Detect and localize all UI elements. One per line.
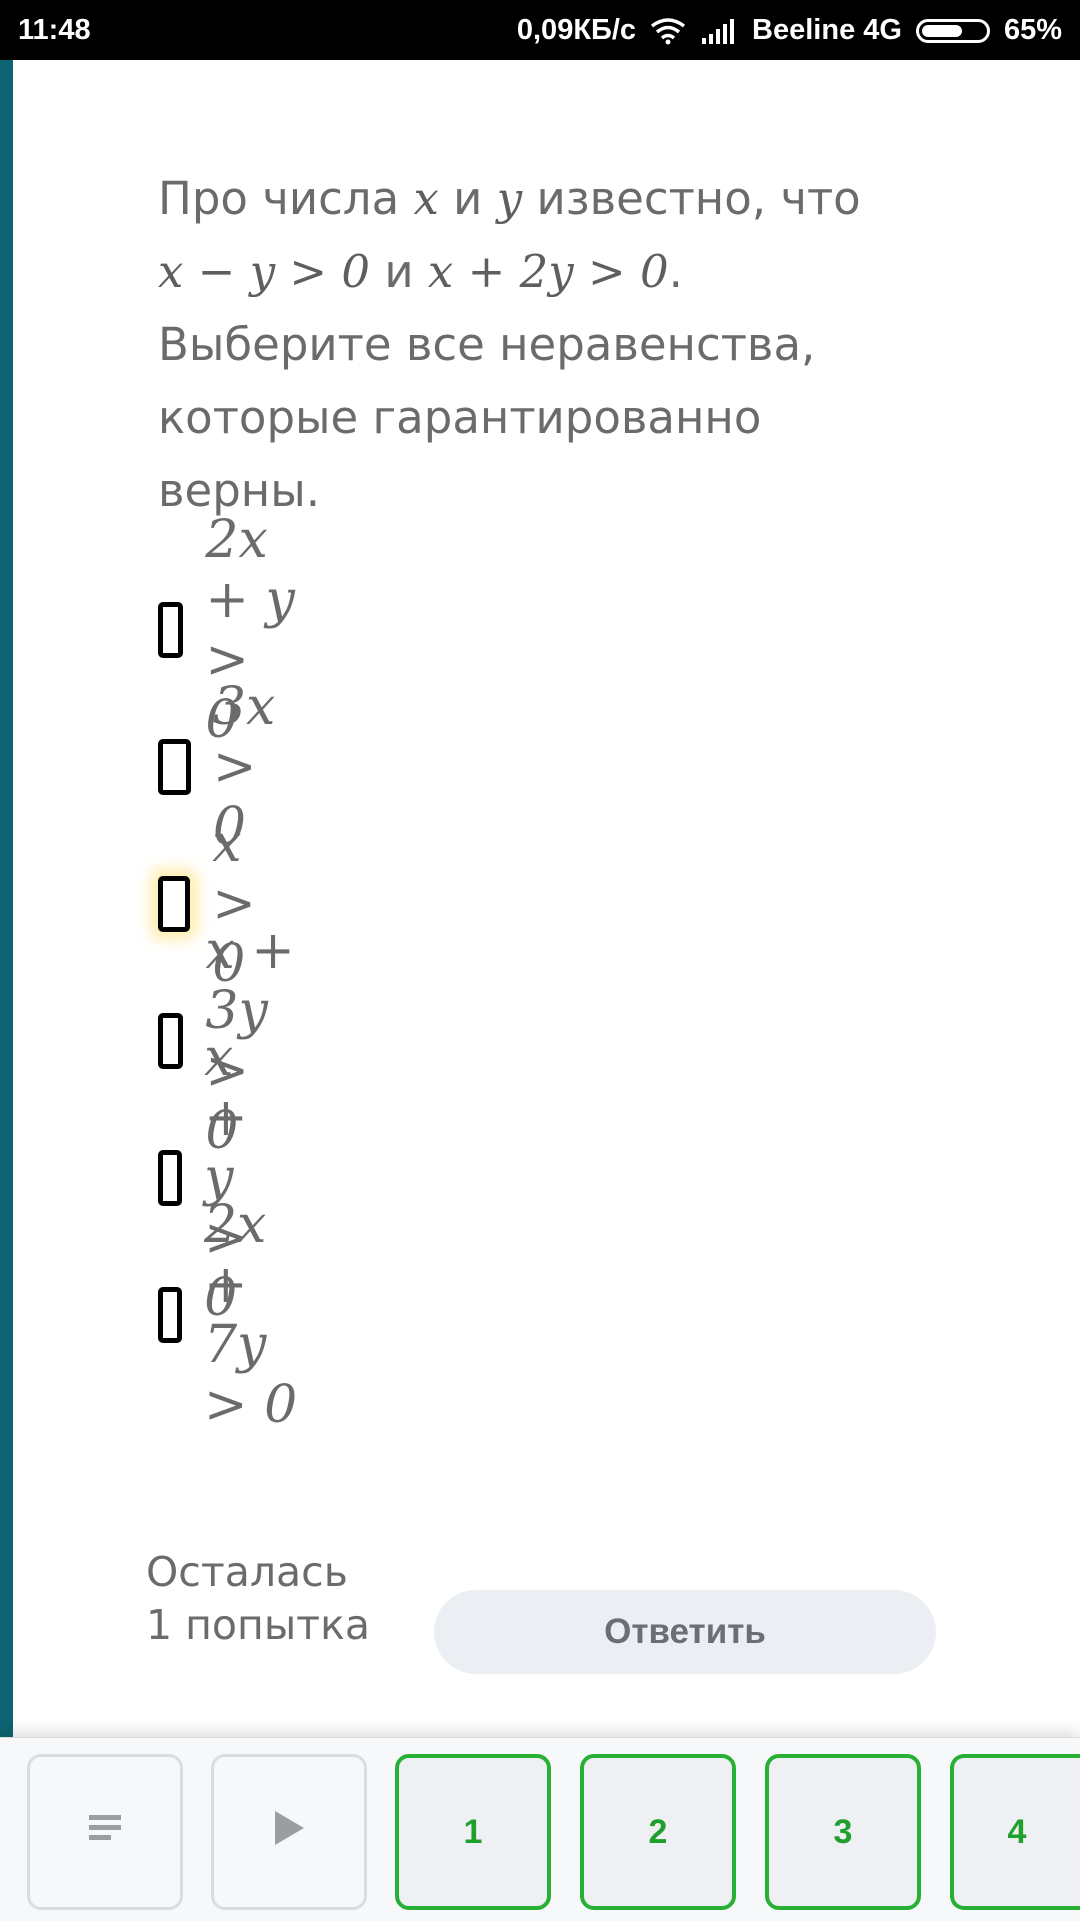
play-icon bbox=[272, 1809, 306, 1856]
option-checkbox[interactable] bbox=[158, 602, 184, 658]
wifi-icon bbox=[650, 17, 686, 45]
option-checkbox[interactable] bbox=[158, 1013, 184, 1069]
math-condition-2: x + 2y > 0 bbox=[427, 245, 669, 298]
battery-percent: 65% bbox=[1003, 14, 1062, 46]
option-item[interactable]: 3x > 0 bbox=[158, 677, 298, 857]
carrier-label: Beeline 4G bbox=[752, 14, 902, 46]
option-checkbox[interactable] bbox=[158, 876, 191, 932]
status-right: 0,09КБ/с Beeline 4G 65% bbox=[517, 14, 1062, 47]
answer-button[interactable]: Ответить bbox=[434, 1590, 936, 1674]
option-checkbox[interactable] bbox=[158, 1150, 183, 1206]
signal-icon bbox=[700, 18, 738, 44]
question-part: и bbox=[370, 245, 428, 298]
attempts-remaining: Осталась 1 попытка bbox=[146, 1548, 370, 1649]
play-button[interactable] bbox=[211, 1754, 367, 1910]
step-tab-2[interactable]: 2 bbox=[580, 1754, 736, 1910]
math-condition-1: x − y > 0 bbox=[158, 245, 371, 298]
option-item[interactable]: 2x + y > 0 bbox=[158, 510, 298, 750]
option-checkbox[interactable] bbox=[158, 739, 191, 795]
option-checkbox[interactable] bbox=[158, 1287, 182, 1343]
accent-stripe bbox=[0, 60, 13, 1740]
option-label: 2x + 7y > 0 bbox=[203, 1195, 298, 1435]
option-item[interactable]: 2x + 7y > 0 bbox=[158, 1195, 298, 1435]
bottom-nav: 1 2 3 4 bbox=[0, 1737, 1080, 1921]
menu-icon bbox=[87, 1812, 123, 1853]
question-part: Про числа bbox=[158, 172, 414, 225]
question-text: Про числа x и y известно, что x − y > 0 … bbox=[158, 162, 918, 527]
step-tab-4[interactable]: 4 bbox=[950, 1754, 1080, 1910]
status-bar: 11:48 0,09КБ/с Beeline 4G 65% bbox=[0, 0, 1080, 60]
math-var-x: x bbox=[413, 172, 439, 225]
question-part: известно, что bbox=[522, 172, 861, 225]
status-time: 11:48 bbox=[18, 14, 91, 46]
question-part: и bbox=[438, 172, 497, 225]
battery-icon bbox=[915, 18, 990, 43]
question-instruction: Выберите все неравенства, которые гарант… bbox=[158, 318, 816, 517]
network-speed: 0,09КБ/с bbox=[516, 14, 637, 46]
step-tab-1[interactable]: 1 bbox=[395, 1754, 551, 1910]
math-var-y: y bbox=[496, 172, 523, 225]
question-part: . bbox=[668, 245, 683, 298]
step-tab-3[interactable]: 3 bbox=[765, 1754, 921, 1910]
menu-button[interactable] bbox=[27, 1754, 183, 1910]
